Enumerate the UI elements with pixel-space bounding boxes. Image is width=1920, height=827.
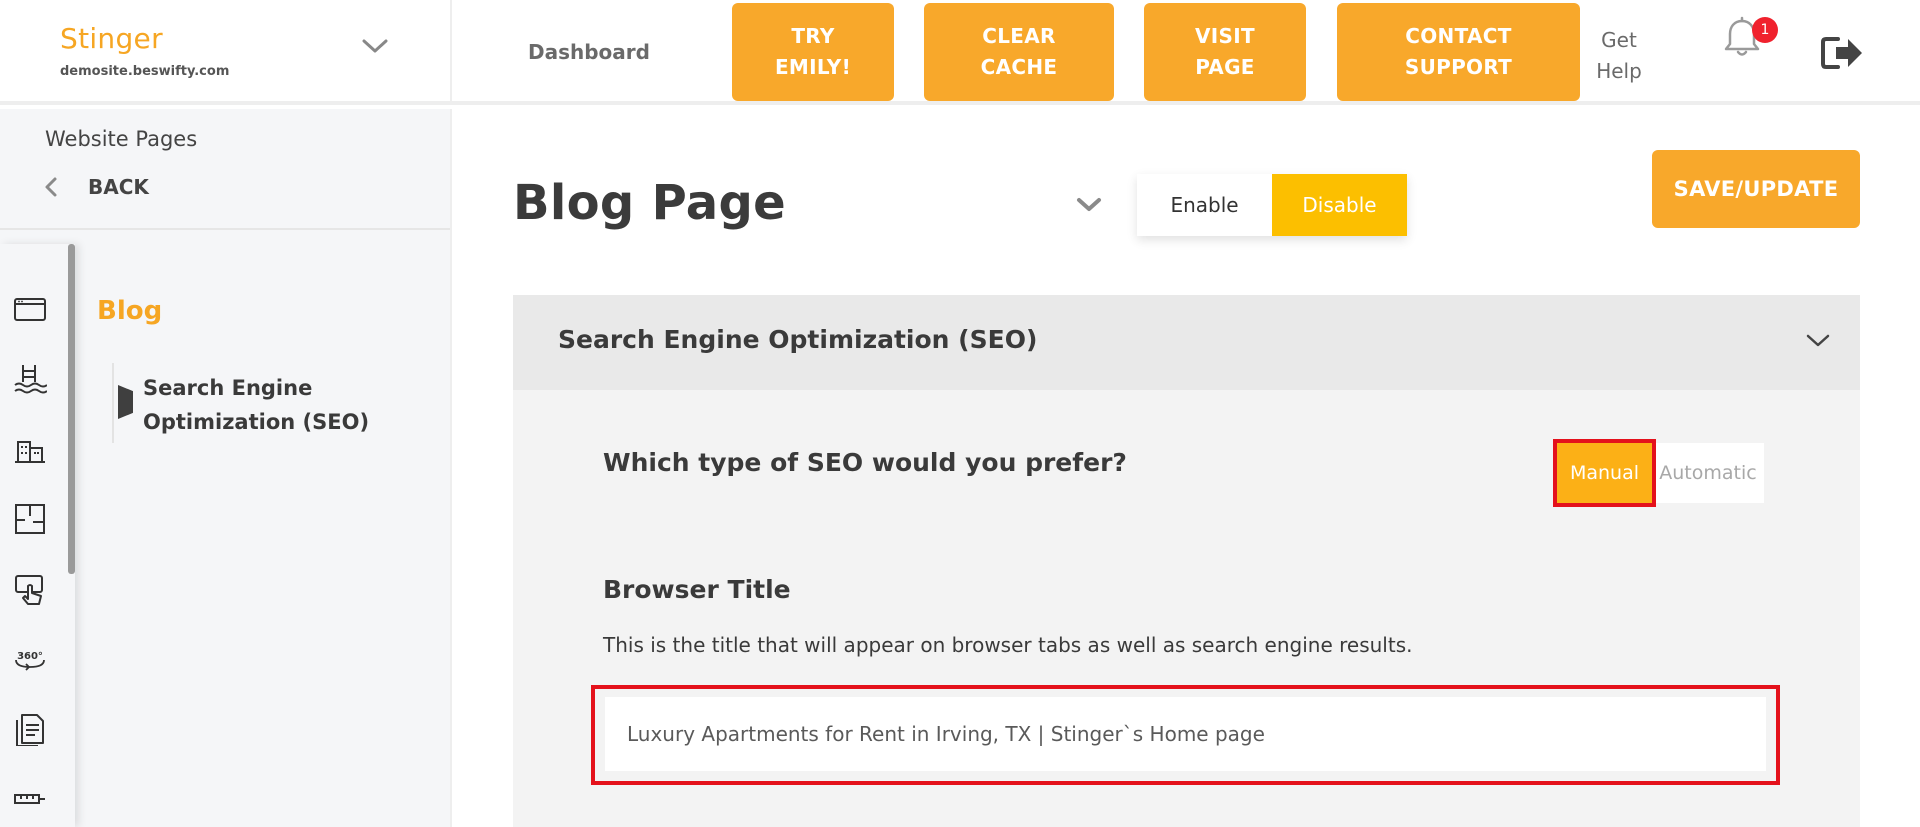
seo-type-question: Which type of SEO would you prefer?: [603, 448, 1127, 477]
sidebar-section-title[interactable]: Blog: [97, 296, 162, 326]
brand-domain: demosite.beswifty.com: [60, 64, 230, 79]
touch-screen-icon[interactable]: [13, 572, 47, 606]
icon-rail: 360°: [0, 244, 75, 827]
browser-title-input[interactable]: [605, 697, 1766, 771]
logout-icon[interactable]: [1820, 34, 1864, 72]
svg-text:360°: 360°: [17, 651, 43, 662]
contact-support-button[interactable]: CONTACT SUPPORT: [1337, 3, 1580, 101]
seo-type-toggle: Manual Automatic: [1553, 439, 1764, 507]
pool-icon[interactable]: [13, 362, 47, 396]
try-emily-button[interactable]: TRY EMILY!: [732, 3, 894, 101]
subitem-guide-line: [112, 363, 114, 443]
top-bar: Stinger demosite.beswifty.com Dashboard …: [0, 0, 1920, 105]
page-status-toggle: Enable Disable: [1137, 174, 1407, 236]
sidebar: Website Pages BACK 360° Blog Search Engi…: [0, 109, 452, 827]
page-title: Blog Page: [513, 175, 786, 231]
seo-automatic-option[interactable]: Automatic: [1652, 443, 1764, 503]
chevron-left-icon: [45, 177, 57, 197]
seo-accordion-header[interactable]: Search Engine Optimization (SEO): [513, 295, 1860, 390]
browser-title-label: Browser Title: [603, 575, 791, 604]
visit-page-button[interactable]: VISIT PAGE: [1144, 3, 1306, 101]
nav-dashboard-link[interactable]: Dashboard: [528, 40, 650, 64]
360-view-icon[interactable]: 360°: [13, 642, 47, 676]
sidebar-scrollbar[interactable]: [68, 244, 75, 574]
clear-cache-button[interactable]: CLEAR CACHE: [924, 3, 1114, 101]
back-label: BACK: [88, 175, 149, 199]
document-icon[interactable]: [13, 712, 47, 746]
back-button[interactable]: BACK: [40, 172, 149, 202]
brand-switcher[interactable]: Stinger demosite.beswifty.com: [0, 0, 452, 105]
save-update-button[interactable]: SAVE/UPDATE: [1652, 150, 1860, 228]
buildings-icon[interactable]: [13, 432, 47, 466]
sidebar-title: Website Pages: [45, 127, 198, 151]
sidebar-divider: [0, 228, 450, 230]
seo-manual-option[interactable]: Manual: [1553, 439, 1656, 507]
browser-window-icon[interactable]: [13, 292, 47, 326]
get-help-link[interactable]: Get Help: [1594, 25, 1644, 87]
browser-title-description: This is the title that will appear on br…: [603, 633, 1413, 657]
notification-badge: 1: [1752, 17, 1778, 43]
sidebar-item-seo[interactable]: Search Engine Optimization (SEO): [143, 371, 383, 439]
floorplan-icon[interactable]: [13, 502, 47, 536]
disable-button[interactable]: Disable: [1272, 174, 1407, 236]
chevron-down-icon[interactable]: [1074, 194, 1104, 216]
active-marker-icon: [118, 385, 133, 419]
enable-button[interactable]: Enable: [1137, 174, 1272, 236]
ruler-icon[interactable]: [13, 782, 47, 816]
seo-accordion-title: Search Engine Optimization (SEO): [558, 325, 1038, 354]
chevron-down-icon[interactable]: [1803, 330, 1833, 352]
chevron-down-icon[interactable]: [360, 34, 390, 58]
brand-name: Stinger: [60, 22, 163, 55]
